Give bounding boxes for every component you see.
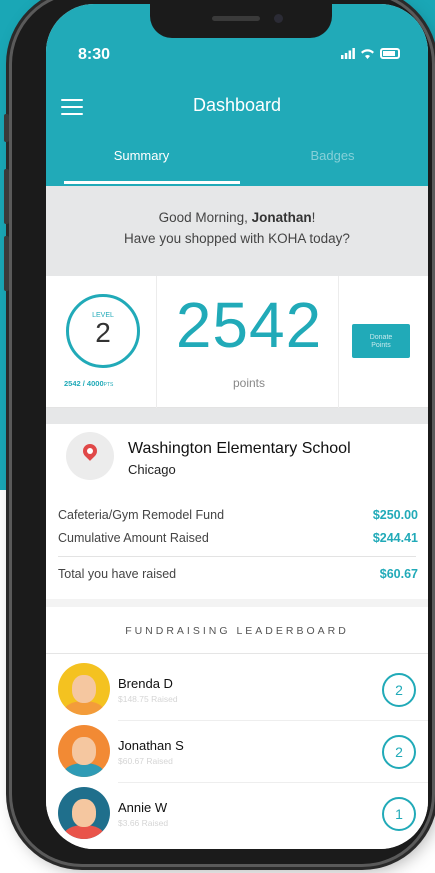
greeting-banner: Good Morning, Jonathan! Have you shopped…: [46, 186, 428, 276]
level-progress-value: 2542 / 4000: [64, 379, 104, 388]
fund-amount: $60.67: [379, 567, 418, 581]
school-name: Washington Elementary School: [128, 440, 351, 457]
status-time: 8:30: [78, 46, 111, 63]
leaderboard-row[interactable]: Brenda D $148.75 Raised 2: [46, 661, 428, 719]
fund-label: Cumulative Amount Raised: [58, 531, 209, 545]
front-camera: [274, 14, 283, 23]
points-value: 2542: [175, 289, 323, 361]
fund-label: Cafeteria/Gym Remodel Fund: [58, 508, 225, 522]
level-number: 2: [95, 317, 111, 348]
level-progress-unit: PTS: [103, 382, 114, 388]
divider: [58, 556, 416, 557]
school-card[interactable]: Washington Elementary School Chicago Caf…: [46, 424, 428, 599]
tab-badges[interactable]: Badges: [237, 134, 428, 186]
fund-row: Cafeteria/Gym Remodel Fund $250.00: [58, 508, 418, 522]
section-gap: [46, 599, 428, 607]
donate-label-line-1: Donate: [369, 334, 393, 341]
leaderboard-raised: $3.66 Raised: [118, 818, 169, 828]
rank-badge: 2: [382, 673, 416, 707]
rank-badge: 1: [382, 797, 416, 831]
active-tab-indicator: [64, 181, 240, 184]
level-progress: 2542 / 4000PTS: [64, 379, 113, 388]
phone-frame: 8:30 Dashboard Summary Badges Good Morni…: [4, 0, 432, 864]
leaderboard-title: FUNDRAISING LEADERBOARD: [125, 625, 349, 637]
divider: [118, 720, 428, 721]
level-ring[interactable]: LEVEL 2: [66, 294, 140, 368]
fund-row-total: Total you have raised $60.67: [58, 567, 418, 581]
donate-points-button[interactable]: Donate Points: [352, 324, 410, 358]
avatar: [58, 787, 110, 839]
status-icons: [341, 48, 400, 59]
divider: [156, 276, 157, 408]
school-logo: [66, 432, 114, 480]
rank-badge: 2: [382, 735, 416, 769]
leaderboard-name: Jonathan S: [118, 738, 184, 753]
divider: [118, 782, 428, 783]
donate-label-line-2: Points: [371, 342, 391, 349]
volume-up-button: [4, 169, 9, 224]
fund-amount: $244.41: [372, 531, 418, 545]
greeting-suffix: !: [311, 210, 316, 225]
mute-switch: [4, 114, 9, 142]
volume-down-button: [4, 236, 9, 291]
points-label: points: [232, 376, 266, 390]
app-screen: 8:30 Dashboard Summary Badges Good Morni…: [46, 4, 428, 849]
leaderboard: FUNDRAISING LEADERBOARD Brenda D $148.75…: [46, 607, 428, 849]
avatar: [58, 725, 110, 777]
fund-row: Cumulative Amount Raised $244.41: [58, 531, 418, 545]
speaker-grille: [212, 16, 260, 21]
page-title: Dashboard: [192, 95, 282, 115]
section-gap: [46, 408, 428, 424]
fund-amount: $250.00: [372, 508, 418, 522]
signal-icon: [341, 48, 355, 59]
leaderboard-row[interactable]: Jonathan S $60.67 Raised 2: [46, 723, 428, 781]
map-pin-icon: [80, 441, 100, 461]
tab-bar: Summary Badges: [46, 134, 428, 186]
leaderboard-raised: $148.75 Raised: [118, 694, 178, 704]
leaderboard-name: Annie W: [118, 800, 168, 815]
avatar: [58, 663, 110, 715]
wifi-icon: [361, 49, 374, 59]
greeting-line-2: Have you shopped with KOHA today?: [124, 231, 350, 246]
divider: [338, 276, 339, 408]
fund-label: Total you have raised: [58, 567, 177, 581]
battery-icon: [380, 48, 400, 59]
divider: [46, 653, 428, 654]
points-card: LEVEL 2 2542 / 4000PTS 2542 points Donat…: [46, 276, 428, 408]
leaderboard-raised: $60.67 Raised: [118, 756, 173, 766]
tab-summary[interactable]: Summary: [46, 134, 237, 186]
greeting-prefix: Good Morning,: [158, 210, 252, 225]
leaderboard-name: Brenda D: [118, 676, 173, 691]
leaderboard-row[interactable]: Annie W $3.66 Raised 1: [46, 785, 428, 843]
greeting-line-1: Good Morning, Jonathan!: [46, 207, 428, 228]
user-name: Jonathan: [251, 210, 312, 225]
school-city: Chicago: [128, 462, 176, 477]
phone-notch: [150, 4, 332, 38]
